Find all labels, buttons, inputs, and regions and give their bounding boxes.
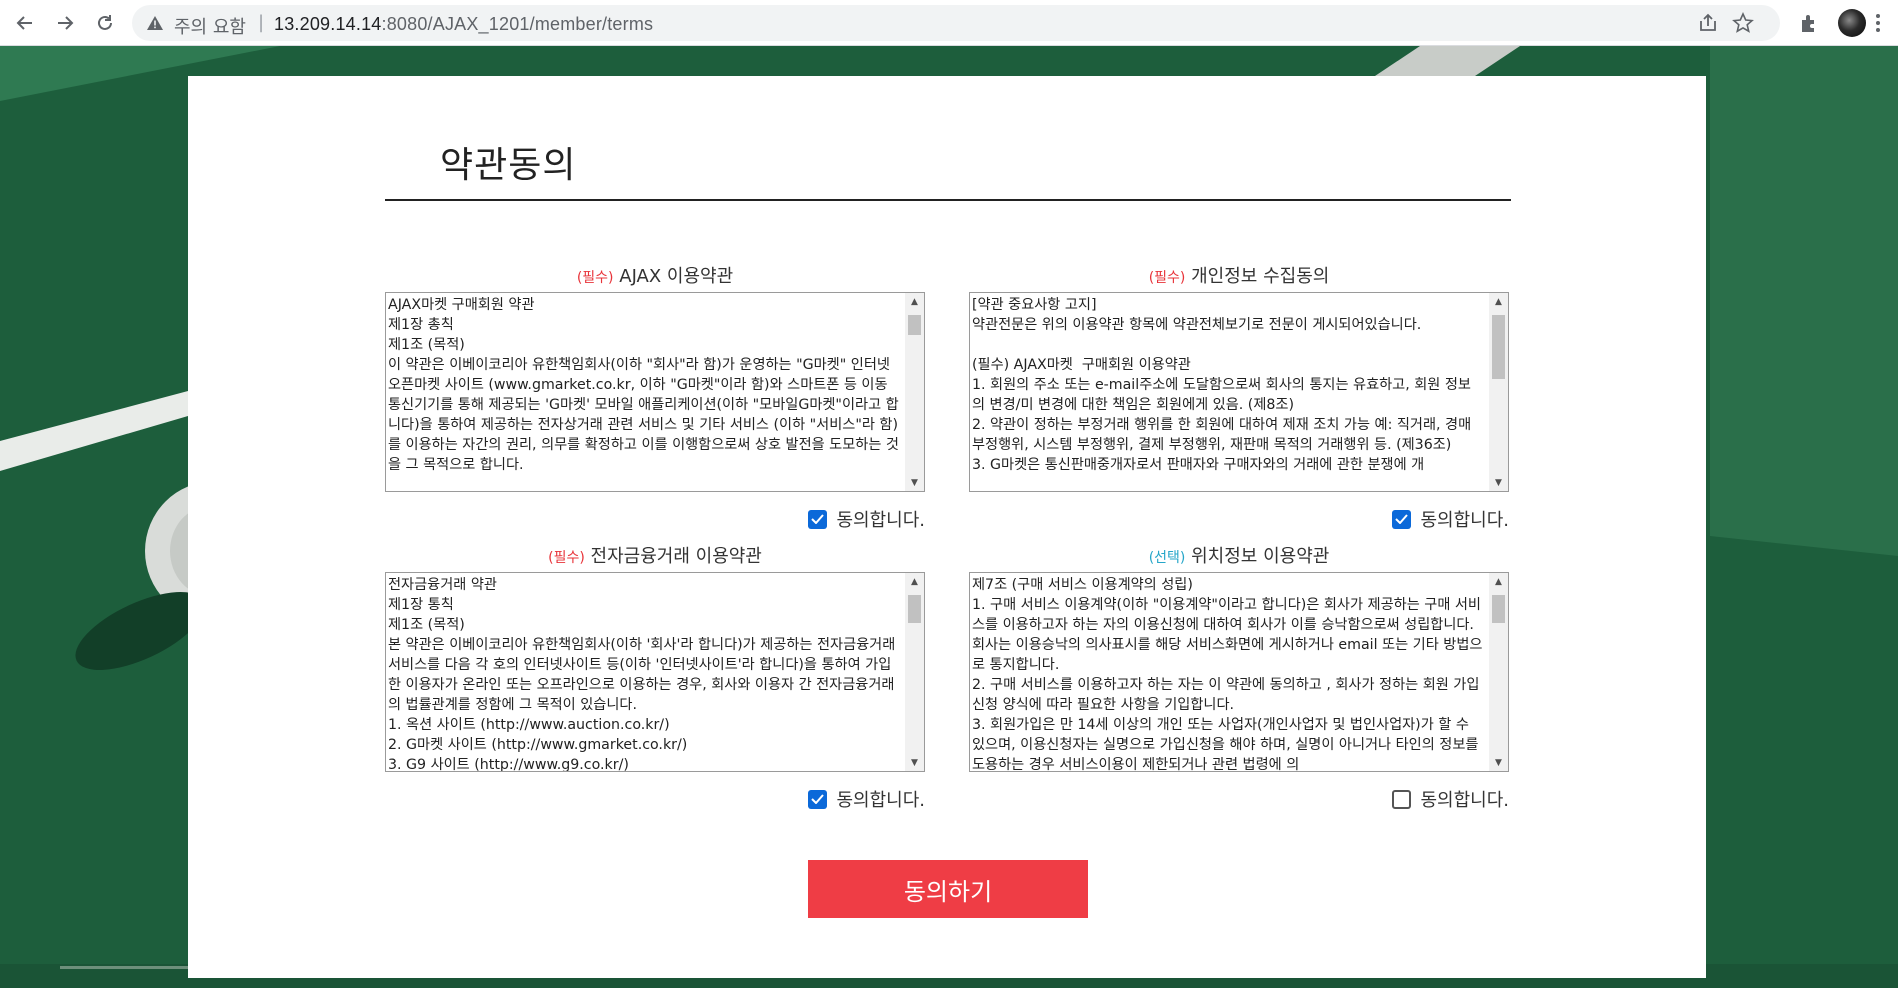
scrollbar[interactable]: ▲ ▼ <box>1489 293 1508 491</box>
agree-submit-button[interactable]: 동의하기 <box>808 860 1088 918</box>
profile-avatar[interactable] <box>1838 9 1866 37</box>
section-title: AJAX 이용약관 <box>619 266 734 287</box>
agree-checkbox[interactable] <box>1392 789 1412 809</box>
section-heading: (필수) 개인정보 수집동의 <box>969 262 1509 288</box>
scroll-down-arrow-icon[interactable]: ▼ <box>1489 474 1508 491</box>
address-bar[interactable]: 주의 요함 | 13.209.14.14:8080/AJAX_1201/memb… <box>132 5 1780 41</box>
optional-tag: (선택) <box>1148 550 1186 566</box>
reload-icon[interactable] <box>90 8 120 38</box>
scroll-thumb[interactable] <box>908 315 921 335</box>
required-tag: (필수) <box>548 550 585 566</box>
agree-checkbox-row[interactable]: 동의합니다. <box>808 506 925 532</box>
agree-label: 동의합니다. <box>836 790 925 811</box>
terms-textarea[interactable]: 전자금융거래 약관 제1장 통칙 제1조 (목적) 본 약관은 이베이코리아 유… <box>385 572 925 772</box>
agree-checkbox[interactable] <box>808 509 828 529</box>
url-path: :8080/AJAX_1201/member/terms <box>381 14 654 34</box>
forward-icon[interactable] <box>50 8 80 38</box>
scrollbar[interactable]: ▲ ▼ <box>905 293 924 491</box>
terms-textarea[interactable]: 제7조 (구매 서비스 이용계약의 성립) 1. 구매 서비스 이용계약(이하 … <box>969 572 1509 772</box>
warning-icon[interactable] <box>146 15 164 35</box>
terms-text: 제7조 (구매 서비스 이용계약의 성립) 1. 구매 서비스 이용계약(이하 … <box>972 577 1483 772</box>
extensions-icon[interactable] <box>1798 12 1820 34</box>
scroll-up-arrow-icon[interactable]: ▲ <box>1489 293 1508 310</box>
agree-checkbox-row[interactable]: 동의합니다. <box>808 786 925 812</box>
section-title: 위치정보 이용약관 <box>1191 546 1330 567</box>
page-title: 약관동의 <box>440 145 577 186</box>
checkmark-icon <box>811 514 825 524</box>
terms-textarea[interactable]: AJAX마켓 구매회원 약관 제1장 총칙 제1조 (목적) 이 약관은 이베이… <box>385 292 925 492</box>
scroll-thumb[interactable] <box>1492 315 1505 379</box>
agree-checkbox-row[interactable]: 동의합니다. <box>1392 786 1509 812</box>
required-tag: (필수) <box>576 270 614 286</box>
section-heading: (필수) 전자금융거래 이용약관 <box>385 542 925 568</box>
agree-checkbox-row[interactable]: 동의합니다. <box>1392 506 1509 532</box>
scroll-thumb[interactable] <box>908 595 921 623</box>
scroll-thumb[interactable] <box>1492 595 1505 623</box>
menu-kebab-icon[interactable] <box>1874 12 1896 34</box>
scroll-down-arrow-icon[interactable]: ▼ <box>905 474 924 491</box>
url-text[interactable]: 13.209.14.14:8080/AJAX_1201/member/terms <box>274 14 653 35</box>
agree-label: 동의합니다. <box>1420 790 1509 811</box>
scroll-up-arrow-icon[interactable]: ▲ <box>905 293 924 310</box>
required-tag: (필수) <box>1148 270 1186 286</box>
terms-text: [약관 중요사항 고지] 약관전문은 위의 이용약관 항목에 약관전체보기로 전… <box>972 297 1472 473</box>
terms-card: 약관동의 (필수) AJAX 이용약관 AJAX마켓 구매회원 약관 제1장 총… <box>188 76 1706 978</box>
title-divider <box>385 199 1511 201</box>
scroll-up-arrow-icon[interactable]: ▲ <box>905 573 924 590</box>
url-separator: | <box>258 12 265 33</box>
agree-checkbox[interactable] <box>808 789 828 809</box>
scroll-down-arrow-icon[interactable]: ▼ <box>1489 754 1508 771</box>
section-heading: (선택) 위치정보 이용약관 <box>969 542 1509 568</box>
section-title: 전자금융거래 이용약관 <box>590 546 762 567</box>
checkmark-icon <box>811 794 825 804</box>
agree-label: 동의합니다. <box>1420 510 1509 531</box>
url-host: 13.209.14.14 <box>274 14 382 34</box>
back-icon[interactable] <box>10 8 40 38</box>
scrollbar[interactable]: ▲ ▼ <box>1489 573 1508 771</box>
terms-text: AJAX마켓 구매회원 약관 제1장 총칙 제1조 (목적) 이 약관은 이베이… <box>388 297 899 473</box>
section-title: 개인정보 수집동의 <box>1191 266 1330 287</box>
terms-text: 전자금융거래 약관 제1장 통칙 제1조 (목적) 본 약관은 이베이코리아 유… <box>388 577 896 772</box>
scroll-up-arrow-icon[interactable]: ▲ <box>1489 573 1508 590</box>
scroll-down-arrow-icon[interactable]: ▼ <box>905 754 924 771</box>
browser-toolbar: 주의 요함 | 13.209.14.14:8080/AJAX_1201/memb… <box>0 0 1898 46</box>
share-icon[interactable] <box>1697 12 1719 34</box>
terms-textarea[interactable]: [약관 중요사항 고지] 약관전문은 위의 이용약관 항목에 약관전체보기로 전… <box>969 292 1509 492</box>
security-label[interactable]: 주의 요함 <box>174 13 246 39</box>
scrollbar[interactable]: ▲ ▼ <box>905 573 924 771</box>
bookmark-star-icon[interactable] <box>1732 12 1754 34</box>
checkmark-icon <box>1395 514 1409 524</box>
agree-label: 동의합니다. <box>836 510 925 531</box>
agree-checkbox[interactable] <box>1392 509 1412 529</box>
section-heading: (필수) AJAX 이용약관 <box>385 262 925 288</box>
